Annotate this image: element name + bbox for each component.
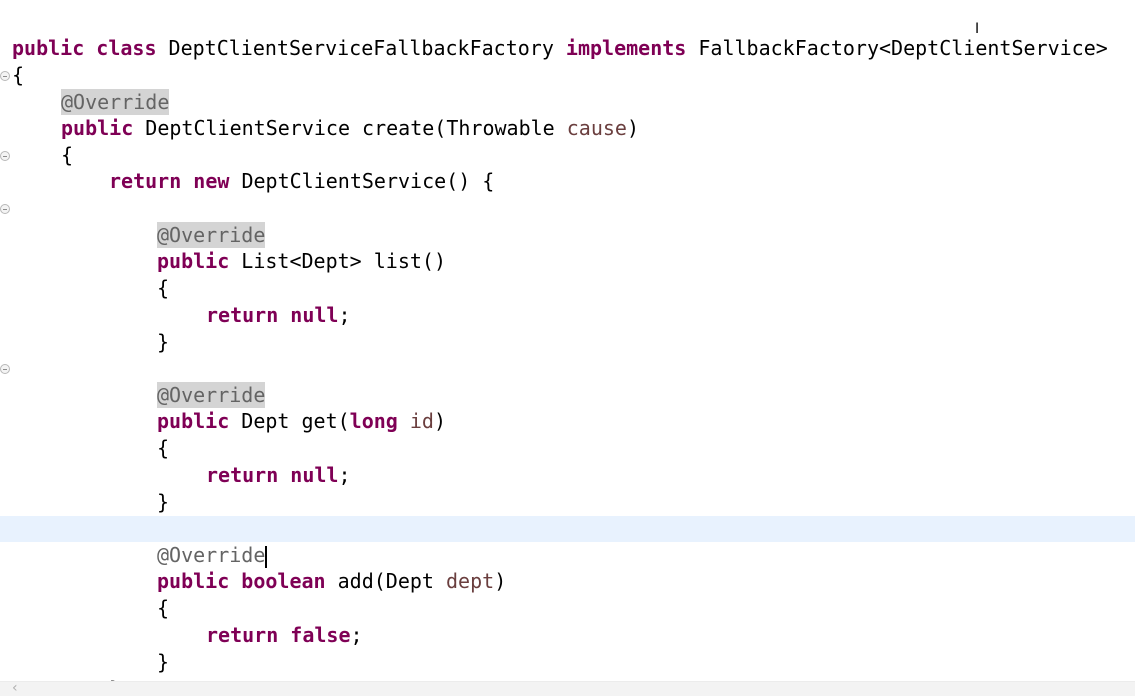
brace: } <box>157 330 170 354</box>
code-line[interactable]: public boolean add(Dept dept) <box>0 542 1135 593</box>
code-line[interactable]: public List<Dept> list() <box>0 222 1135 273</box>
code-line[interactable]: { <box>0 249 1135 300</box>
keyword: new <box>193 169 230 193</box>
code-line[interactable]: { <box>0 569 1135 620</box>
current-code-line[interactable]: @Override <box>0 516 1135 568</box>
code-line[interactable]: return new DeptClientService() { <box>0 142 1135 193</box>
code-line[interactable]: return null; <box>0 436 1135 487</box>
code-line[interactable]: return false; <box>0 596 1135 647</box>
code-line[interactable]: { <box>0 116 1135 167</box>
code-line[interactable]: public Dept get(long id) <box>0 382 1135 433</box>
code-line[interactable]: @Override <box>0 196 1135 248</box>
horizontal-scrollbar[interactable]: ‹ <box>0 680 1135 696</box>
code-line[interactable]: public DeptClientService create(Throwabl… <box>0 89 1135 140</box>
scroll-left-arrow-icon[interactable]: ‹ <box>12 680 18 696</box>
keyword: return <box>109 169 182 193</box>
constructor-call: DeptClientService() { <box>229 169 495 193</box>
code-line[interactable]: } <box>0 463 1135 514</box>
code-line[interactable]: return null; <box>0 276 1135 327</box>
code-line[interactable]: @Override <box>0 63 1135 115</box>
code-line[interactable]: { <box>0 409 1135 460</box>
code-line[interactable]: } <box>0 623 1135 674</box>
code-line[interactable]: } <box>0 303 1135 354</box>
brace: } <box>157 490 170 514</box>
code-line[interactable]: { <box>0 36 1135 87</box>
code-editor[interactable]: public class DeptClientServiceFallbackFa… <box>0 0 1135 696</box>
code-line[interactable]: public class DeptClientServiceFallbackFa… <box>0 9 1135 60</box>
i-beam-cursor-icon: I <box>975 21 980 37</box>
code-line[interactable]: }; <box>0 650 1135 696</box>
code-line[interactable]: @Override <box>0 356 1135 408</box>
